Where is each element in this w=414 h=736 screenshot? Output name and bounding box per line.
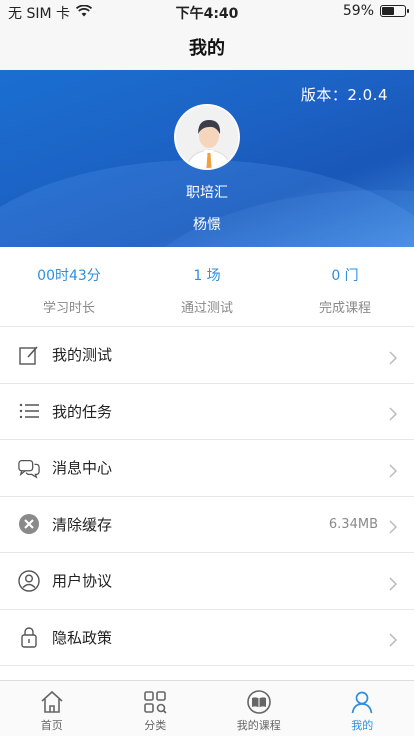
cache-size: 6.34MB bbox=[328, 516, 378, 532]
stat-passed-tests[interactable]: 1 场 通过测试 bbox=[138, 247, 276, 326]
tab-label: 分类 bbox=[144, 719, 167, 732]
clear-cache-icon bbox=[18, 513, 40, 535]
category-icon bbox=[142, 689, 168, 715]
chevron-right-icon bbox=[388, 632, 398, 647]
battery-percent: 59% bbox=[342, 3, 374, 19]
user-agreement-icon bbox=[18, 570, 40, 592]
stats-row: 00时43分 学习时长 1 场 通过测试 0 门 完成课程 bbox=[0, 247, 414, 327]
stat-study-time[interactable]: 00时43分 学习时长 bbox=[0, 247, 138, 326]
chat-icon bbox=[18, 457, 40, 479]
menu-item-clear-cache[interactable]: 清除缓存 6.34MB bbox=[0, 496, 414, 553]
version-label: 版本：2.0.4 bbox=[300, 86, 388, 104]
stat-label: 通过测试 bbox=[180, 301, 233, 316]
stat-completed-courses[interactable]: 0 门 完成课程 bbox=[276, 247, 414, 326]
stat-label: 学习时长 bbox=[42, 301, 95, 316]
tab-my-courses[interactable]: 我的课程 bbox=[207, 681, 311, 736]
chevron-right-icon bbox=[388, 350, 398, 365]
settings-menu: 我的测试 我的任务 消息中心 清除缓存 6.34MB 用户协议 隐私政策 bbox=[0, 327, 414, 666]
tab-home[interactable]: 首页 bbox=[0, 681, 104, 736]
menu-item-my-tasks[interactable]: 我的任务 bbox=[0, 383, 414, 440]
profile-header: 版本：2.0.4 职培汇 杨憬 bbox=[0, 70, 414, 247]
book-icon bbox=[246, 689, 272, 715]
menu-item-user-agreement[interactable]: 用户协议 bbox=[0, 553, 414, 610]
org-name: 职培汇 bbox=[186, 185, 228, 201]
lock-icon bbox=[18, 626, 40, 648]
tab-bar: 首页 分类 我的课程 我的 bbox=[0, 680, 414, 736]
chevron-right-icon bbox=[388, 519, 398, 534]
menu-item-my-tests[interactable]: 我的测试 bbox=[0, 327, 414, 384]
avatar[interactable] bbox=[174, 104, 240, 170]
tab-label: 首页 bbox=[40, 719, 63, 732]
menu-item-label: 我的测试 bbox=[52, 346, 113, 365]
chevron-right-icon bbox=[388, 576, 398, 591]
tab-label: 我的课程 bbox=[236, 719, 281, 732]
menu-item-privacy-policy[interactable]: 隐私政策 bbox=[0, 609, 414, 666]
user-name: 杨憬 bbox=[193, 217, 221, 233]
home-icon bbox=[39, 689, 65, 715]
status-bar: 无 SIM 卡 下午4:40 59% bbox=[0, 0, 414, 24]
battery-icon bbox=[380, 5, 409, 17]
menu-item-messages[interactable]: 消息中心 bbox=[0, 440, 414, 497]
page-title: 我的 bbox=[0, 24, 414, 70]
edit-icon bbox=[18, 344, 40, 366]
menu-item-label: 我的任务 bbox=[52, 402, 113, 421]
menu-item-label: 用户协议 bbox=[52, 572, 113, 591]
stat-value: 0 门 bbox=[331, 268, 359, 284]
tab-profile[interactable]: 我的 bbox=[311, 681, 414, 736]
menu-item-label: 清除缓存 bbox=[52, 515, 113, 534]
stat-value: 1 场 bbox=[193, 268, 221, 284]
stat-value: 00时43分 bbox=[37, 268, 101, 284]
menu-item-label: 消息中心 bbox=[52, 459, 113, 478]
menu-item-label: 隐私政策 bbox=[52, 628, 113, 647]
list-icon bbox=[18, 400, 40, 422]
chevron-right-icon bbox=[388, 406, 398, 421]
stat-label: 完成课程 bbox=[318, 301, 371, 316]
tab-label: 我的 bbox=[351, 719, 374, 732]
tab-category[interactable]: 分类 bbox=[104, 681, 208, 736]
profile-icon bbox=[349, 689, 375, 715]
chevron-right-icon bbox=[388, 463, 398, 478]
